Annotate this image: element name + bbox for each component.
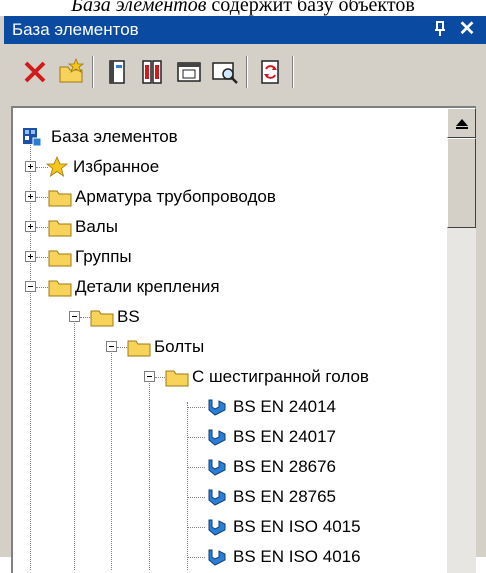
toolbar-separator xyxy=(92,56,94,88)
close-icon[interactable]: ✕ xyxy=(456,18,478,40)
vertical-scrollbar[interactable] xyxy=(447,108,476,573)
tree-node-groups[interactable]: Группы xyxy=(13,242,445,272)
part-icon xyxy=(208,459,226,476)
preview-button[interactable] xyxy=(174,57,204,87)
refresh-icon xyxy=(261,60,279,84)
tree-item-bs-en-iso-4016[interactable]: BS EN ISO 4016 xyxy=(13,542,445,572)
refresh-button[interactable] xyxy=(256,57,286,87)
folder-star-icon xyxy=(59,57,85,83)
parameters-button[interactable] xyxy=(138,57,168,87)
tree-node-bs[interactable]: BS xyxy=(13,302,445,332)
part-icon xyxy=(208,399,226,416)
toolbar-separator xyxy=(292,56,294,88)
tree-node-hex-head[interactable]: С шестигранной голов xyxy=(13,362,445,392)
folder-icon xyxy=(48,280,72,297)
tree-item-bs-en-28676[interactable]: BS EN 28676 xyxy=(13,452,445,482)
database-icon xyxy=(23,128,42,147)
tree-node-root[interactable]: База элементов xyxy=(13,122,445,152)
part-icon xyxy=(208,429,226,446)
part-icon xyxy=(208,519,226,536)
panel-titlebar[interactable]: База элементов ✕ xyxy=(4,16,486,44)
folder-icon xyxy=(48,220,72,237)
tree-node-shafts[interactable]: Валы xyxy=(13,212,445,242)
arrow-up-icon xyxy=(456,119,468,126)
toolbar xyxy=(4,44,486,102)
scroll-thumb[interactable] xyxy=(447,138,476,228)
find-button[interactable] xyxy=(210,57,240,87)
new-folder-button[interactable] xyxy=(56,57,86,87)
magnifier-icon xyxy=(212,62,238,84)
collapse-icon[interactable] xyxy=(69,311,80,322)
expand-icon[interactable] xyxy=(25,221,36,232)
books-icon xyxy=(142,60,162,84)
expand-icon[interactable] xyxy=(25,191,36,202)
tree-node-favorites[interactable]: Избранное xyxy=(13,152,445,182)
collapse-icon[interactable] xyxy=(106,341,117,352)
panel-title: База элементов xyxy=(12,20,139,39)
folder-icon xyxy=(90,310,114,327)
tree-node-pipe-fittings[interactable]: Арматура трубопроводов xyxy=(13,182,445,212)
collapse-icon[interactable] xyxy=(25,281,36,292)
expand-icon[interactable] xyxy=(25,161,36,172)
tree-view[interactable]: База элементов Избранное Арматура трубоп… xyxy=(13,108,445,573)
tree-item-bs-en-28765[interactable]: BS EN 28765 xyxy=(13,482,445,512)
folder-icon xyxy=(165,370,189,387)
tree-node-bolts[interactable]: Болты xyxy=(13,332,445,362)
book-icon xyxy=(109,60,125,84)
tree-node-fasteners[interactable]: Детали крепления xyxy=(13,272,445,302)
part-icon xyxy=(208,489,226,506)
window-icon xyxy=(177,62,201,82)
tree-item-bs-en-24014[interactable]: BS EN 24014 xyxy=(13,392,445,422)
element-tree: База элементов Избранное Арматура трубоп… xyxy=(11,106,476,573)
properties-button[interactable] xyxy=(102,57,132,87)
document-caption: База элементов содержит базу объектов xyxy=(71,0,415,16)
red-x-icon xyxy=(24,61,46,83)
expand-icon[interactable] xyxy=(25,251,36,262)
folder-icon xyxy=(48,250,72,267)
element-base-panel: База элементов ✕ База элементов Избранно… xyxy=(0,16,486,573)
folder-icon xyxy=(48,190,72,207)
toolbar-separator xyxy=(246,56,248,88)
collapse-icon[interactable] xyxy=(144,371,155,382)
delete-button[interactable] xyxy=(20,57,50,87)
part-icon xyxy=(208,549,226,566)
folder-icon xyxy=(127,340,151,357)
tree-item-bs-en-iso-4015[interactable]: BS EN ISO 4015 xyxy=(13,512,445,542)
tree-item-bs-en-24017[interactable]: BS EN 24017 xyxy=(13,422,445,452)
star-icon xyxy=(46,156,68,177)
pin-icon[interactable] xyxy=(432,19,450,39)
scroll-up-button[interactable] xyxy=(447,108,476,138)
